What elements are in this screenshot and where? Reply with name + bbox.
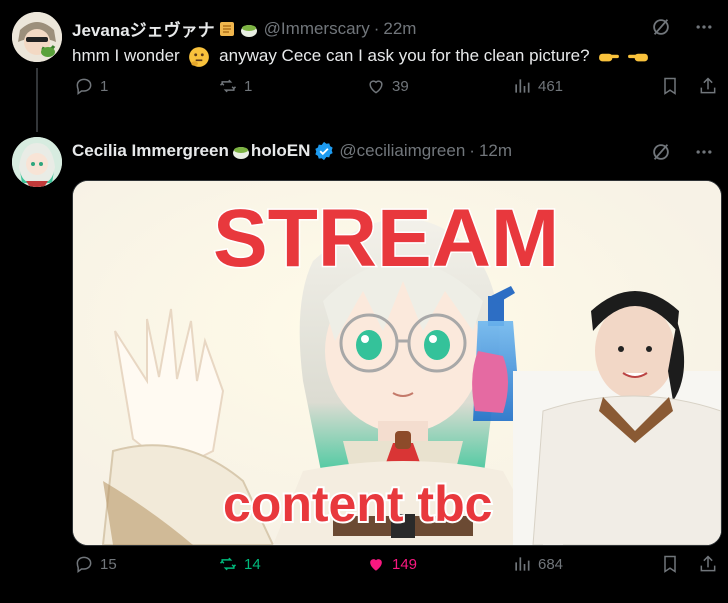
scroll-emoji: [219, 21, 234, 36]
author-name[interactable]: Jevanaジェヴァナ: [72, 16, 215, 41]
share-icon: [700, 77, 716, 94]
bookmark-icon: [664, 77, 676, 95]
tweet-header: Jevanaジェヴァナ @Immerscary · 22m: [72, 16, 416, 41]
separator-dot: ·: [373, 18, 380, 38]
avatar-jevana[interactable]: [12, 12, 62, 62]
reply-count: 1: [100, 77, 109, 95]
content-tbc-text: content tbc: [223, 476, 492, 532]
avatar-image: [12, 12, 62, 62]
retweet-count: 14: [244, 555, 261, 573]
tweet-header: Cecilia Immergreen holoEN @ceciliaimgree…: [72, 141, 512, 161]
pointing-right-emoji: [599, 53, 620, 61]
bookmark-button[interactable]: [660, 554, 680, 574]
retweet-button[interactable]: 1: [218, 76, 252, 96]
pointing-left-emoji: [628, 53, 648, 61]
bookmark-button[interactable]: [660, 76, 680, 96]
stream-thumbnail: STREAM content tbc: [73, 181, 721, 545]
reply-button[interactable]: 15: [74, 554, 117, 574]
verified-icon: [315, 141, 333, 161]
tea-emoji: [240, 24, 257, 37]
more-icon[interactable]: [694, 142, 714, 162]
tweet-media-image[interactable]: STREAM content tbc: [72, 180, 722, 546]
heart-icon: [369, 80, 383, 94]
author-handle[interactable]: @Immerscary: [264, 19, 370, 39]
retweet-button[interactable]: 14: [218, 554, 261, 574]
like-button[interactable]: 149: [366, 554, 417, 574]
avatar-image: [12, 137, 62, 187]
bookmark-icon: [664, 555, 676, 573]
like-count: 149: [392, 555, 418, 573]
more-icon[interactable]: [694, 17, 714, 37]
share-button[interactable]: [698, 554, 718, 574]
views-button[interactable]: 461: [512, 76, 563, 96]
reply-icon: [76, 556, 92, 573]
views-count: 684: [538, 555, 564, 573]
stream-headline: STREAM: [213, 193, 559, 284]
share-button[interactable]: [698, 76, 718, 96]
retweet-count: 1: [244, 77, 253, 95]
tea-emoji: [232, 147, 249, 159]
tweet-text: hmm I wonder anyway Cece can I ask you f…: [72, 44, 649, 68]
views-icon: [515, 79, 530, 93]
tweet-text-part1: hmm I wonder: [72, 46, 180, 65]
views-icon: [515, 557, 530, 571]
grok-icon[interactable]: [650, 16, 672, 38]
tweet-time[interactable]: 12m: [479, 141, 512, 161]
avatar-cecilia[interactable]: [12, 137, 62, 187]
reply-icon: [76, 78, 92, 95]
retweet-icon: [219, 79, 237, 93]
retweet-icon: [219, 557, 237, 571]
separator-dot: ·: [469, 141, 475, 160]
views-button[interactable]: 684: [512, 554, 563, 574]
like-count: 39: [392, 77, 409, 95]
tweet-jevana[interactable]: Jevanaジェヴァナ @Immerscary · 22m hmm I wond…: [0, 0, 728, 132]
tweet-time[interactable]: 22m: [383, 19, 416, 39]
tweet-text-part2: anyway Cece can I ask you for the clean …: [219, 46, 590, 65]
thread-line: [36, 68, 38, 132]
like-button[interactable]: 39: [366, 76, 409, 96]
reply-button[interactable]: 1: [74, 76, 108, 96]
author-name[interactable]: Cecilia Immergreen: [72, 141, 229, 161]
author-name-suffix[interactable]: holoEN: [251, 141, 311, 161]
reply-count: 15: [100, 555, 117, 573]
grok-icon[interactable]: [650, 141, 672, 163]
heart-icon: [370, 559, 382, 571]
tweet-cecilia[interactable]: Cecilia Immergreen holoEN @ceciliaimgree…: [0, 125, 728, 603]
thinking-emoji: [189, 46, 210, 67]
share-icon: [700, 555, 716, 572]
views-count: 461: [538, 77, 564, 95]
author-handle[interactable]: @ceciliaimgreen: [339, 141, 465, 161]
